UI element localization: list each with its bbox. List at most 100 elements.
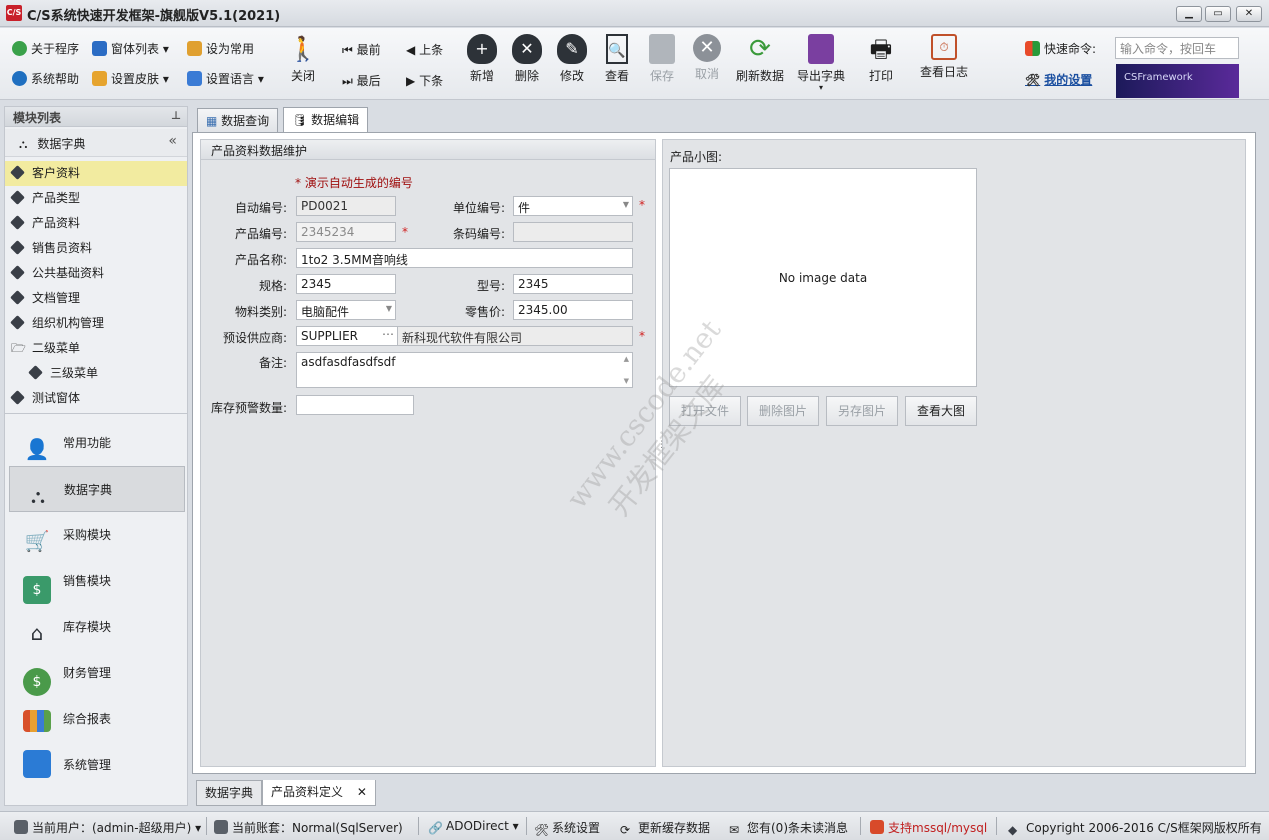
connection-status[interactable]: 🔗 ADODirect ▾ <box>428 819 519 835</box>
save-button[interactable]: 保存 <box>637 34 687 84</box>
set-language-button[interactable]: 设置语言 ▾ <box>187 68 264 90</box>
required-mark: * <box>402 225 408 239</box>
module-data-dictionary[interactable]: ⛬ 数据字典 <box>9 466 185 512</box>
cancel-circle-icon: ✕ <box>693 34 721 62</box>
prev-record-button[interactable]: ◀ 上条 <box>406 41 443 58</box>
refresh-data-button[interactable]: ⟳ 刷新数据 <box>735 34 785 84</box>
brand-banner: CSFramework <box>1116 64 1239 98</box>
envelope-icon: ✉ <box>729 823 740 837</box>
cart-icon: 🛒 <box>24 529 50 553</box>
dropdown-arrow-icon[interactable]: ▼ <box>623 200 629 209</box>
delete-button[interactable]: ✕ 删除 <box>502 34 552 84</box>
product-form-panel: 产品资料数据维护 * 演示自动生成的编号 自动编号: PD0021 单位编号: … <box>200 139 656 767</box>
help-blue-icon <box>12 71 27 86</box>
view-large-image-button[interactable]: 查看大图 <box>905 396 977 426</box>
collapse-chevrons-icon[interactable]: « <box>168 133 177 149</box>
window-list-button[interactable]: 窗体列表 ▾ <box>92 38 169 60</box>
close-tab-icon[interactable]: ✕ <box>357 785 367 799</box>
cube-icon <box>10 190 25 205</box>
status-separator <box>996 817 997 835</box>
edit-button[interactable]: ✎ 修改 <box>547 34 597 84</box>
supplier-code-field[interactable]: SUPPLIER ⋯ <box>296 326 398 346</box>
support-status[interactable]: 支持mssql/mysql <box>870 819 987 836</box>
minimize-button[interactable]: ▁ <box>1176 6 1202 22</box>
first-record-button[interactable]: ⏮ 最前 <box>342 41 381 58</box>
about-button[interactable]: 关于程序 <box>12 38 79 60</box>
module-purchase[interactable]: 🛒 采购模块 <box>9 512 185 558</box>
system-settings-status[interactable]: 🛠 系统设置 <box>534 819 600 837</box>
tree-item-organization[interactable]: 组织机构管理 <box>5 311 187 336</box>
bottom-tab-product-definition[interactable]: 产品资料定义 ✕ <box>262 780 376 806</box>
module-reports[interactable]: 综合报表 <box>9 696 185 742</box>
tree-item-common-data[interactable]: 公共基础资料 <box>5 261 187 286</box>
tree-item-documents[interactable]: 文档管理 <box>5 286 187 311</box>
bottom-tab-data-dictionary[interactable]: 数据字典 <box>196 780 263 806</box>
module-common[interactable]: 👤 常用功能 <box>9 420 185 466</box>
price-field[interactable]: 2345.00 <box>513 300 633 320</box>
stock-alert-field[interactable] <box>296 395 414 415</box>
product-no-field[interactable]: 2345234 <box>296 222 396 242</box>
copyright-status: ◆ Copyright 2006-2016 C/S框架网版权所有 <box>1008 821 1262 837</box>
dropdown-arrow-icon[interactable]: ▼ <box>386 304 392 313</box>
remark-label: 备注: <box>258 356 287 370</box>
next-record-button[interactable]: ▶ 下条 <box>406 72 443 89</box>
refresh-cache-status[interactable]: ⟳ 更新缓存数据 <box>620 819 710 837</box>
auto-no-label: 自动编号: <box>234 201 287 215</box>
system-help-button[interactable]: 系统帮助 <box>12 68 79 90</box>
save-image-as-button[interactable]: 另存图片 <box>826 396 898 426</box>
tree-item-salesman[interactable]: 销售员资料 <box>5 236 187 261</box>
view-log-button[interactable]: ⏱ 查看日志 <box>918 34 970 80</box>
product-name-label: 产品名称: <box>234 253 287 267</box>
user-location-icon: 👤 <box>24 437 50 461</box>
export-dictionary-button[interactable]: 导出字典 ▾ <box>795 34 847 92</box>
sales-tag-icon: $ <box>23 576 51 604</box>
cancel-button[interactable]: ✕ 取消 <box>682 34 732 82</box>
close-form-button[interactable]: 🚶 关闭 <box>278 34 328 84</box>
window-title: C/S系统快速开发框架-旗舰版V5.1(2021) <box>27 9 281 24</box>
delete-image-button[interactable]: 删除图片 <box>747 396 819 426</box>
module-sales[interactable]: $销售模块 <box>9 558 185 604</box>
spec-field[interactable]: 2345 <box>296 274 396 294</box>
current-user-status[interactable]: 当前用户：(admin-超级用户) ▾ <box>14 819 201 836</box>
remark-textarea[interactable]: asdfasdfasdfsdf ▲ ▼ <box>296 352 633 388</box>
scroll-up-icon[interactable]: ▲ <box>624 355 629 363</box>
close-window-button[interactable]: ✕ <box>1236 6 1262 22</box>
tree-item-submenu[interactable]: 🗁 二级菜单 <box>5 336 187 361</box>
cube-icon <box>10 290 25 305</box>
category-select[interactable]: 电脑配件 ▼ <box>296 300 396 320</box>
unit-no-select[interactable]: 件 ▼ <box>513 196 633 216</box>
windows-logo-icon <box>23 750 51 778</box>
tree-item-test-form[interactable]: 测试窗体 <box>5 386 187 411</box>
tree-item-product[interactable]: 产品资料 <box>5 211 187 236</box>
product-name-field[interactable]: 1to2 3.5MM音响线 <box>296 248 633 268</box>
pin-icon[interactable]: ⊥ <box>171 109 181 122</box>
module-system[interactable]: 系统管理 <box>9 742 185 788</box>
status-separator <box>206 817 207 835</box>
quick-command-input[interactable]: 输入命令，按回车 <box>1115 37 1239 59</box>
last-arrow-icon: ⏭ <box>342 74 353 88</box>
windows-flag-icon <box>1025 41 1040 56</box>
view-button[interactable]: 🔍 查看 <box>592 34 642 84</box>
maximize-button[interactable]: ▭ <box>1205 6 1231 22</box>
auto-no-field[interactable]: PD0021 <box>296 196 396 216</box>
tree-item-customer[interactable]: 客户资料 <box>5 161 187 186</box>
my-settings-link[interactable]: 🛠 我的设置 <box>1025 69 1092 91</box>
last-record-button[interactable]: ⏭ 最后 <box>342 72 381 89</box>
calendar-log-icon: ⏱ <box>931 34 957 60</box>
set-favorite-button[interactable]: 设为常用 <box>187 38 254 60</box>
module-inventory[interactable]: ⌂ 库存模块 <box>9 604 185 650</box>
scroll-down-icon[interactable]: ▼ <box>624 377 629 385</box>
tree-group-header[interactable]: ⛬ 数据字典 « <box>5 129 187 157</box>
tab-data-query[interactable]: ▦ 数据查询 <box>197 108 279 134</box>
set-skin-button[interactable]: 设置皮肤 ▾ <box>92 68 169 90</box>
print-button[interactable]: 🖶 打印 <box>856 34 906 84</box>
messages-status[interactable]: ✉ 您有(0)条未读消息 <box>729 819 848 837</box>
barcode-field[interactable] <box>513 222 633 242</box>
tab-data-edit[interactable]: 🛢 数据编辑 <box>283 107 369 135</box>
ellipsis-button[interactable]: ⋯ <box>382 327 394 341</box>
model-field[interactable]: 2345 <box>513 274 633 294</box>
add-button[interactable]: + 新增 <box>457 34 507 84</box>
tree-item-third-menu[interactable]: 三级菜单 <box>5 361 187 386</box>
tree-item-product-type[interactable]: 产品类型 <box>5 186 187 211</box>
module-finance[interactable]: $财务管理 <box>9 650 185 696</box>
